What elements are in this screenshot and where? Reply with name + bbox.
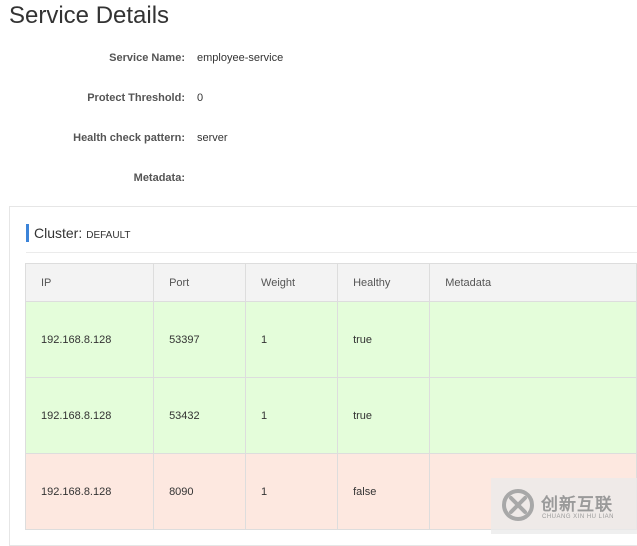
instance-weight: 1	[245, 453, 339, 530]
instance-weight: 1	[245, 301, 339, 378]
column-header-weight: Weight	[245, 263, 339, 302]
cluster-name: DEFAULT	[86, 230, 131, 241]
instance-ip: 192.168.8.128	[24, 453, 155, 530]
instance-port: 8090	[153, 453, 247, 530]
instance-metadata	[429, 301, 637, 378]
column-header-ip: IP	[24, 263, 155, 302]
protect-threshold-value: 0	[197, 92, 204, 104]
detail-row-service-name: Service Name: employee-service	[0, 48, 637, 68]
instance-port: 53397	[153, 301, 247, 378]
instance-healthy: true	[337, 301, 431, 378]
detail-row-metadata: Metadata:	[0, 168, 637, 188]
table-row: 192.168.8.128 53397 1 true	[24, 301, 637, 378]
watermark-text: 创新互联	[541, 495, 613, 514]
table-header-row: IP Port Weight Healthy Metadata	[24, 263, 637, 302]
health-check-label: Health check pattern:	[73, 132, 185, 144]
cluster-header: Cluster: DEFAULT	[26, 224, 131, 242]
column-header-port: Port	[153, 263, 247, 302]
protect-threshold-label: Protect Threshold:	[87, 92, 185, 104]
column-header-metadata: Metadata	[429, 263, 637, 302]
health-check-value: server	[197, 132, 228, 144]
instance-ip: 192.168.8.128	[24, 377, 155, 454]
instance-metadata	[429, 377, 637, 454]
cluster-title: Cluster:	[34, 225, 83, 241]
detail-row-protect-threshold: Protect Threshold: 0	[0, 88, 637, 108]
instance-ip: 192.168.8.128	[24, 301, 155, 378]
service-name-label: Service Name:	[109, 52, 185, 64]
instance-healthy: false	[337, 453, 431, 530]
cluster-divider	[26, 252, 637, 253]
detail-row-health-check: Health check pattern: server	[0, 128, 637, 148]
instance-port: 53432	[153, 377, 247, 454]
instance-weight: 1	[245, 377, 339, 454]
watermark-subtext: CHUANG XIN HU LIAN	[542, 514, 615, 520]
service-name-value: employee-service	[197, 52, 284, 64]
instance-healthy: true	[337, 377, 431, 454]
page-title: Service Details	[9, 2, 170, 29]
table-row: 192.168.8.128 53432 1 true	[24, 377, 637, 454]
watermark-logo-icon	[502, 489, 534, 521]
column-header-healthy: Healthy	[337, 263, 431, 302]
metadata-label: Metadata:	[133, 172, 185, 184]
watermark: 创新互联 CHUANG XIN HU LIAN	[491, 478, 637, 534]
